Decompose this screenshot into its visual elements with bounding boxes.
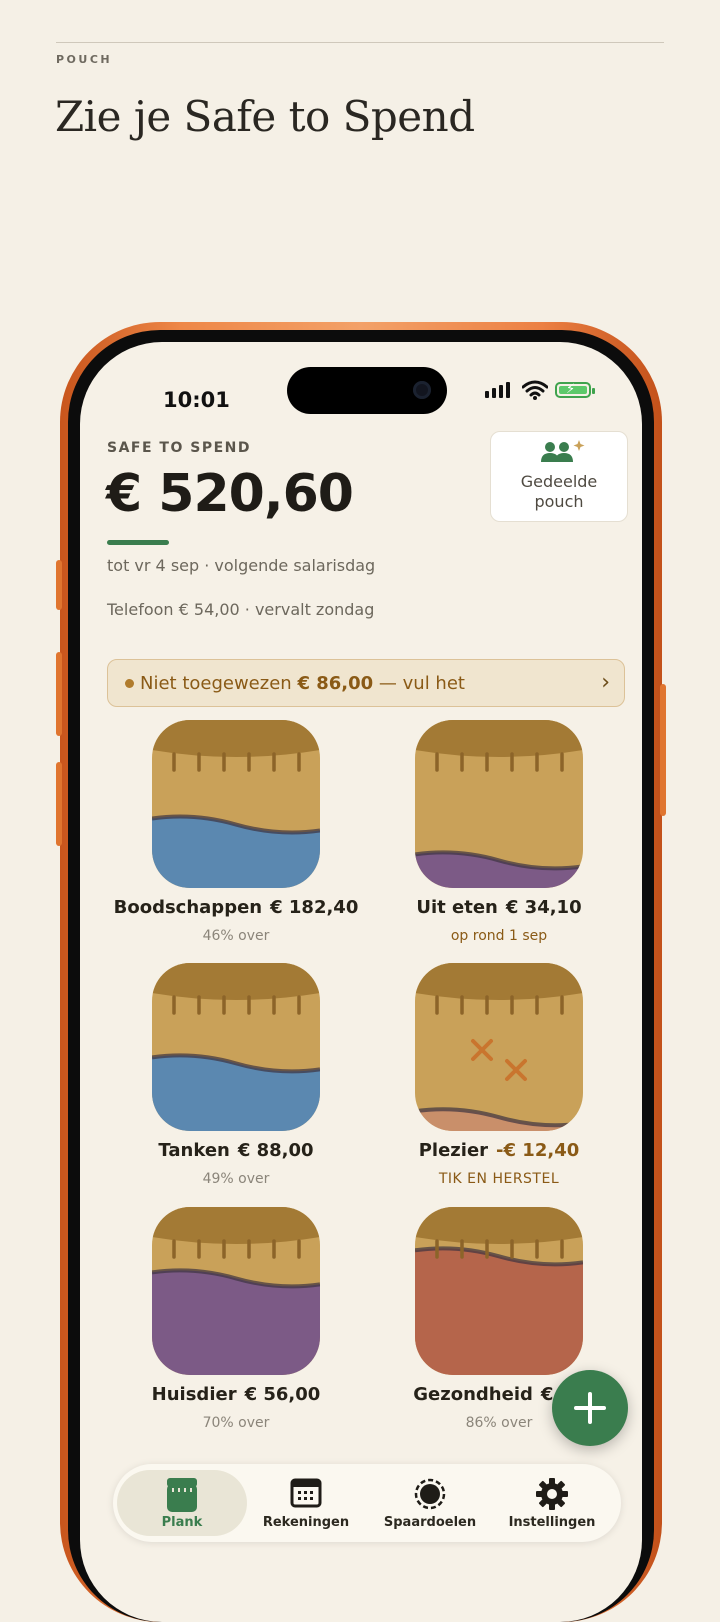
pouch-status: TIK EN HERSTEL bbox=[438, 1171, 560, 1187]
shared-pouch-label: Gedeelde pouch bbox=[520, 472, 598, 511]
upcoming-bill-line: Telefoon € 54,00 · vervalt zondag bbox=[107, 600, 375, 619]
pouch-status: 46% over bbox=[202, 928, 270, 944]
add-pouch-button[interactable] bbox=[552, 1370, 628, 1446]
pouch-name: Gezondheid bbox=[413, 1384, 533, 1405]
status-dot-icon bbox=[125, 679, 134, 688]
pouch-status: 70% over bbox=[202, 1415, 270, 1431]
pouch-name: Tanken bbox=[158, 1140, 230, 1161]
calendar-icon bbox=[290, 1478, 322, 1508]
tab-instellingen[interactable]: Instellingen bbox=[487, 1470, 617, 1536]
pouch-1[interactable] bbox=[415, 720, 583, 888]
side-button bbox=[660, 684, 666, 816]
jar-icon bbox=[167, 1478, 197, 1512]
target-icon bbox=[414, 1478, 446, 1510]
pouch-title: Plezier -€ 12,40 bbox=[369, 1140, 629, 1161]
pouch-2[interactable] bbox=[152, 963, 320, 1131]
tab-bar: Plank Rekeningen Spaardoelen Instellinge… bbox=[113, 1464, 621, 1542]
safe-to-spend-label: SAFE TO SPEND bbox=[107, 440, 251, 456]
wifi-icon bbox=[522, 380, 548, 400]
pouch-0[interactable] bbox=[152, 720, 320, 888]
amount-underline bbox=[107, 540, 169, 545]
action-button bbox=[56, 560, 62, 610]
pouch-amount: € 182,40 bbox=[270, 897, 359, 918]
pouch-name: Uit eten bbox=[416, 897, 498, 918]
pouch-3[interactable] bbox=[415, 963, 583, 1131]
pouch-5[interactable] bbox=[415, 1207, 583, 1375]
page-headline: Zie je Safe to Spend bbox=[55, 92, 475, 141]
pouch-name: Plezier bbox=[418, 1140, 489, 1161]
camera-icon bbox=[413, 381, 431, 399]
volume-down-button bbox=[56, 762, 62, 846]
top-divider bbox=[56, 42, 664, 43]
tab-rekeningen[interactable]: Rekeningen bbox=[241, 1470, 371, 1536]
pouch-amount: € 88,00 bbox=[237, 1140, 314, 1161]
pouch-4[interactable] bbox=[152, 1207, 320, 1375]
chevron-right-icon: › bbox=[601, 670, 610, 695]
unassigned-text: Niet toegewezen € 86,00 — vul het bbox=[140, 673, 465, 694]
pouch-name: Huisdier bbox=[151, 1384, 237, 1405]
status-time: 10:01 bbox=[163, 388, 230, 412]
tab-spaardoelen[interactable]: Spaardoelen bbox=[365, 1470, 495, 1536]
pouch-title: Uit eten € 34,10 bbox=[369, 897, 629, 918]
phone-bezel: 10:01 ⚡ SAFE TO SPEND € 520,60 tot vr 4 … bbox=[68, 330, 654, 1622]
safe-to-spend-amount: € 520,60 bbox=[106, 464, 354, 524]
pouch-title: Tanken € 88,00 bbox=[106, 1140, 366, 1161]
app-screen: 10:01 ⚡ SAFE TO SPEND € 520,60 tot vr 4 … bbox=[80, 342, 642, 1622]
pouch-amount: € 34,10 bbox=[505, 897, 582, 918]
pouch-title: Huisdier € 56,00 bbox=[106, 1384, 366, 1405]
shared-users-icon bbox=[541, 440, 585, 462]
payday-line: tot vr 4 sep · volgende salarisdag bbox=[107, 556, 376, 575]
gear-icon bbox=[536, 1478, 568, 1510]
pouch-title: Boodschappen € 182,40 bbox=[106, 897, 366, 918]
pouch-status: 49% over bbox=[202, 1171, 270, 1187]
volume-up-button bbox=[56, 652, 62, 736]
unassigned-banner[interactable]: Niet toegewezen € 86,00 — vul het › bbox=[107, 659, 625, 707]
shared-pouch-button[interactable]: Gedeelde pouch bbox=[490, 431, 628, 522]
pouch-amount: € 56,00 bbox=[244, 1384, 321, 1405]
battery-icon: ⚡ bbox=[555, 382, 595, 398]
phone-frame: 10:01 ⚡ SAFE TO SPEND € 520,60 tot vr 4 … bbox=[56, 322, 666, 1622]
tab-plank[interactable]: Plank bbox=[117, 1470, 247, 1536]
dynamic-island bbox=[287, 367, 447, 414]
pouch-amount: -€ 12,40 bbox=[496, 1140, 580, 1161]
pouch-status: op rond 1 sep bbox=[450, 928, 548, 944]
pouch-name: Boodschappen bbox=[113, 897, 263, 918]
section-kicker: POUCH bbox=[56, 53, 113, 66]
